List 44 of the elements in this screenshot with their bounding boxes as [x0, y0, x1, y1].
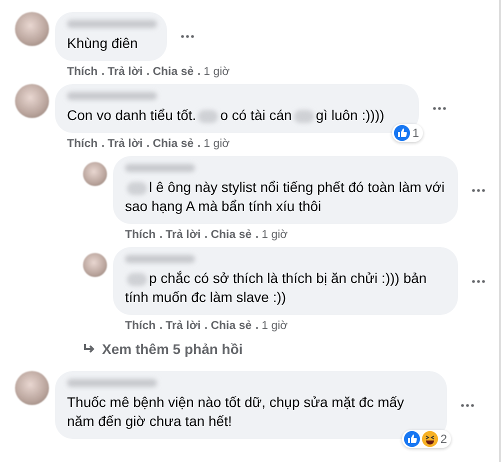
like-reaction-icon	[404, 431, 420, 447]
more-options-icon[interactable]	[433, 107, 446, 110]
timestamp[interactable]: 1 giờ	[262, 320, 288, 332]
action-link[interactable]: Thích	[125, 229, 156, 241]
timestamp[interactable]: 1 giờ	[262, 229, 288, 241]
avatar[interactable]	[15, 371, 49, 405]
action-link[interactable]: Chia sẻ	[152, 138, 194, 150]
reaction-count: 2	[440, 432, 447, 446]
blurred-name	[125, 164, 195, 172]
avatar[interactable]	[15, 84, 49, 118]
blurred-text	[294, 110, 314, 123]
action-link[interactable]: Chia sẻ	[152, 66, 194, 78]
timestamp[interactable]: 1 giờ	[204, 138, 230, 150]
more-options-icon[interactable]	[472, 188, 485, 192]
comment-text: Thuốc mê bệnh viện nào tốt dữ, chụp sửa mặt đc mấy năm đến giờ chưa tan hết!	[67, 393, 406, 431]
more-options-icon[interactable]	[181, 35, 194, 38]
action-link[interactable]: Thích	[67, 66, 98, 78]
comment-text: Khùng điên	[67, 34, 139, 53]
comment-text: p chắc có sở thích là thích bị ăn chửi :))) bản tính muốn đc làm slave :))	[125, 269, 428, 307]
blurred-text	[127, 182, 147, 195]
action-link[interactable]: Trả lời	[166, 320, 201, 332]
action-link[interactable]: Trả lời	[108, 138, 143, 150]
reaction-count: 1	[412, 126, 419, 140]
avatar[interactable]	[15, 12, 49, 46]
blurred-text	[198, 110, 218, 123]
comment-text: Con vo danh tiểu tốt. o có tài cán gì luôn :))))	[67, 106, 386, 125]
more-options-icon[interactable]	[472, 280, 485, 282]
action-link[interactable]: Thích	[67, 138, 98, 150]
action-link[interactable]: Chia sẻ	[210, 229, 252, 241]
action-link[interactable]: Trả lời	[108, 66, 143, 78]
reaction-badge[interactable]: 1	[392, 124, 423, 142]
view-more-replies-link[interactable]: Xem thêm 5 phản hồi	[83, 341, 499, 357]
action-link[interactable]: Chia sẻ	[210, 320, 252, 332]
reply-arrow-icon	[83, 344, 96, 354]
more-options-icon[interactable]	[461, 404, 474, 406]
reaction-badge[interactable]: 2	[402, 430, 451, 448]
action-link[interactable]: Trả lời	[166, 229, 201, 241]
like-reaction-icon	[394, 125, 410, 141]
blurred-name	[125, 255, 195, 263]
timestamp[interactable]: 1 giờ	[204, 66, 230, 78]
comment-text: l ê ông này stylist nổi tiếng phết đó toàn làm với sao hạng A mà bẩn tính xíu thôi	[125, 178, 446, 216]
blurred-text	[127, 272, 147, 286]
action-link[interactable]: Thích	[125, 320, 156, 332]
laughing-reaction-icon	[422, 431, 438, 447]
